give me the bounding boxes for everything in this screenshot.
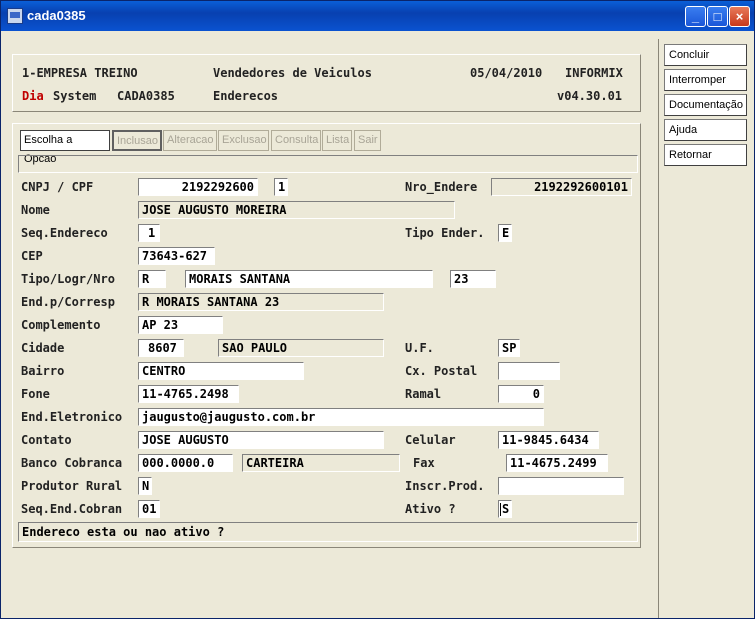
header-panel: 1-EMPRESA TREINO Vendedores de Veiculos … xyxy=(12,54,641,112)
label-cnpj: CNPJ / CPF xyxy=(21,180,94,194)
seq-endereco-field[interactable]: 1 xyxy=(138,224,160,242)
label-contato: Contato xyxy=(21,433,72,447)
logradouro-field[interactable]: MORAIS SANTANA xyxy=(185,270,433,288)
window-title: cada0385 xyxy=(27,8,86,23)
nome-field[interactable]: JOSE AUGUSTO MOREIRA xyxy=(138,201,455,219)
banco-field[interactable]: 000.0000.0 xyxy=(138,454,233,472)
label-end-corresp: End.p/Corresp xyxy=(21,295,115,309)
label-nome: Nome xyxy=(21,203,50,217)
message-bar: Endereco esta ou nao ativo ? xyxy=(18,522,638,542)
title-bar: cada0385 _ □ × xyxy=(1,1,754,31)
fone-field[interactable]: 11-4765.2498 xyxy=(138,385,239,403)
complemento-field[interactable]: AP 23 xyxy=(138,316,223,334)
maximize-button[interactable]: □ xyxy=(707,6,728,27)
label-inscr: Inscr.Prod. xyxy=(405,479,485,493)
label-cx-postal: Cx. Postal xyxy=(405,364,478,378)
dia-label: Dia xyxy=(22,89,44,103)
cep-field[interactable]: 73643-627 xyxy=(138,247,215,265)
option-inclusao[interactable]: Inclusao xyxy=(112,130,162,151)
option-escolha[interactable]: Escolha a Opcao xyxy=(20,130,110,165)
contato-field[interactable]: JOSE AUGUSTO xyxy=(138,431,384,449)
option-alteracao[interactable]: Alteracao xyxy=(163,130,217,151)
label-celular: Celular xyxy=(405,433,456,447)
label-tipo-ender: Tipo Ender. xyxy=(405,226,485,240)
fax-field[interactable]: 11-4675.2499 xyxy=(506,454,608,472)
bairro-field[interactable]: CENTRO xyxy=(138,362,304,380)
label-tipo-logr: Tipo/Logr/Nro xyxy=(21,272,115,286)
documentacao-button[interactable]: Documentação xyxy=(664,94,747,116)
seq-cobran-field[interactable]: 01 xyxy=(138,500,160,518)
screen-name: Enderecos xyxy=(213,89,279,103)
cidade-name-field[interactable]: SAO PAULO xyxy=(218,339,384,357)
banco-carteira-field[interactable]: CARTEIRA xyxy=(242,454,400,472)
label-fone: Fone xyxy=(21,387,50,401)
ramal-field[interactable]: 0 xyxy=(498,385,544,403)
inscr-field[interactable] xyxy=(498,477,624,495)
database-name: INFORMIX xyxy=(565,66,623,80)
label-nro-endere: Nro_Endere xyxy=(405,180,478,194)
end-eletronico-field[interactable]: jaugusto@jaugusto.com.br xyxy=(138,408,544,426)
label-seq-endereco: Seq.Endereco xyxy=(21,226,108,240)
ajuda-button[interactable]: Ajuda xyxy=(664,119,747,141)
system-label: System xyxy=(53,89,97,103)
label-banco: Banco Cobranca xyxy=(21,456,123,470)
option-description-bar xyxy=(18,155,638,173)
text-cursor xyxy=(500,503,501,516)
label-ativo: Ativo ? xyxy=(405,502,456,516)
label-ramal: Ramal xyxy=(405,387,442,401)
program-code: CADA0385 xyxy=(117,89,175,103)
label-fax: Fax xyxy=(413,456,435,470)
app-window: cada0385 _ □ × 1-EMPRESA TREINO Vendedor… xyxy=(0,0,755,619)
end-corresp-field[interactable]: R MORAIS SANTANA 23 xyxy=(138,293,384,311)
minimize-button[interactable]: _ xyxy=(685,6,706,27)
ativo-value: S xyxy=(502,502,510,516)
cx-postal-field[interactable] xyxy=(498,362,560,380)
label-end-eletronico: End.Eletronico xyxy=(21,410,123,424)
label-cep: CEP xyxy=(21,249,43,263)
cnpj-suffix-field[interactable]: 1 xyxy=(274,178,288,196)
nro-endere-field[interactable]: 2192292600101 xyxy=(491,178,632,196)
module-name: Vendedores de Veiculos xyxy=(213,66,372,80)
label-complemento: Complemento xyxy=(21,318,101,332)
seq-endereco-value: 1 xyxy=(148,226,156,240)
label-uf: U.F. xyxy=(405,341,434,355)
ativo-field[interactable]: S xyxy=(498,500,512,518)
concluir-button[interactable]: Concluir xyxy=(664,44,747,66)
label-bairro: Bairro xyxy=(21,364,65,378)
close-button[interactable]: × xyxy=(729,6,750,27)
tipo-logr-field[interactable]: R xyxy=(138,270,166,288)
option-sair[interactable]: Sair xyxy=(354,130,381,151)
cnpj-field[interactable]: 2192292600 xyxy=(138,178,258,196)
tipo-ender-field[interactable]: E xyxy=(498,224,512,242)
retornar-button[interactable]: Retornar xyxy=(664,144,747,166)
version-label: v04.30.01 xyxy=(557,89,623,103)
label-cidade: Cidade xyxy=(21,341,65,355)
produtor-field[interactable]: N xyxy=(138,477,152,495)
company-name: 1-EMPRESA TREINO xyxy=(22,66,138,80)
interromper-button[interactable]: Interromper xyxy=(664,69,747,91)
uf-field[interactable]: SP xyxy=(498,339,520,357)
current-date: 05/04/2010 xyxy=(470,66,543,80)
cidade-code-field[interactable]: 8607 xyxy=(138,339,184,357)
option-lista[interactable]: Lista xyxy=(322,130,352,151)
option-consulta[interactable]: Consulta xyxy=(271,130,321,151)
cidade-code-value: 8607 xyxy=(148,341,177,355)
app-icon xyxy=(7,8,23,24)
option-exclusao[interactable]: Exclusao xyxy=(218,130,269,151)
label-seq-cobran: Seq.End.Cobran xyxy=(21,502,123,516)
numero-field[interactable]: 23 xyxy=(450,270,496,288)
label-produtor: Produtor Rural xyxy=(21,479,123,493)
celular-field[interactable]: 11-9845.6434 xyxy=(498,431,599,449)
